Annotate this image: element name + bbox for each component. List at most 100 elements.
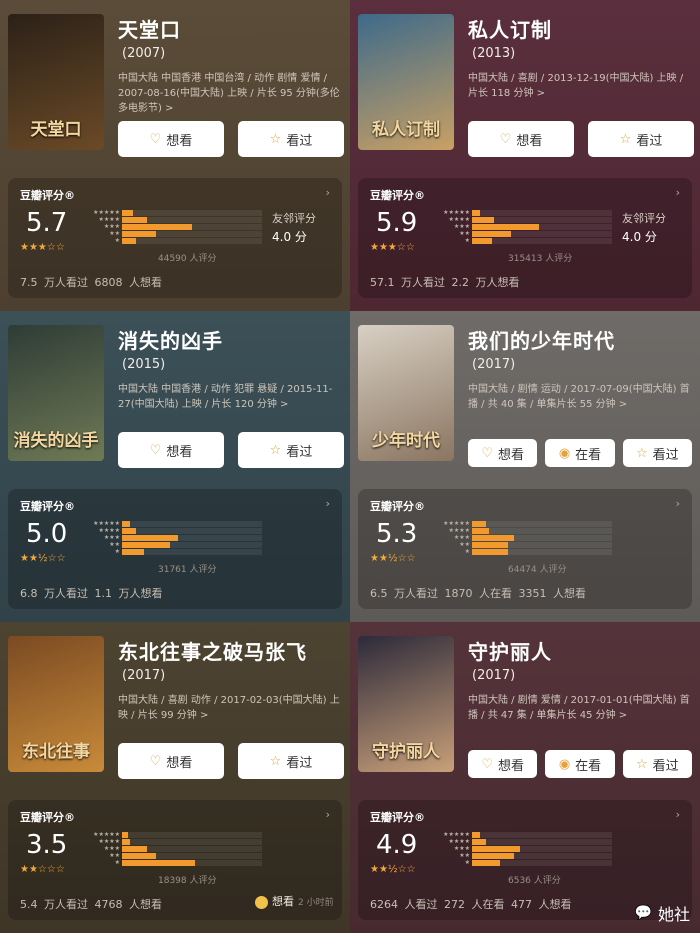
star-rows: ★★★★★ ★★★★ ★★★ ★★ ★ bbox=[80, 521, 120, 556]
poster-image[interactable]: 私人订制 bbox=[358, 14, 454, 150]
distribution-bar bbox=[122, 238, 262, 244]
distribution-bar bbox=[472, 224, 612, 230]
want-to-watch-button[interactable]: ♡ 想看 bbox=[118, 432, 224, 468]
watched-button[interactable]: ☆ 看过 bbox=[238, 432, 344, 468]
star-row-label: ★ bbox=[464, 548, 470, 555]
movie-info[interactable]: 中国大陆 中国香港 / 动作 犯罪 悬疑 / 2015-11-27(中国大陆) … bbox=[118, 382, 340, 412]
distribution-bar bbox=[122, 860, 262, 866]
rating-card[interactable]: 豆瓣评分® › 5.0 ★★½☆☆ ★★★★★ ★★★★ ★★★ ★★ ★ 31761 人评分 6.… bbox=[8, 489, 342, 609]
rating-card[interactable]: 豆瓣评分® › 5.3 ★★½☆☆ ★★★★★ ★★★★ ★★★ ★★ ★ 64474 人评分 6.… bbox=[358, 489, 692, 609]
distribution-bar bbox=[472, 549, 612, 555]
distribution-fill bbox=[122, 210, 134, 216]
star-row-label: ★ bbox=[114, 237, 120, 244]
distribution-fill bbox=[122, 528, 136, 534]
watched-button[interactable]: ☆ 看过 bbox=[622, 439, 692, 467]
watched-button[interactable]: ☆ 看过 bbox=[238, 121, 344, 157]
poster-image[interactable]: 天堂口 bbox=[8, 14, 104, 150]
distribution-fill bbox=[472, 846, 520, 852]
chevron-right-icon[interactable]: › bbox=[676, 808, 680, 821]
chevron-right-icon[interactable]: › bbox=[326, 808, 330, 821]
button-label: 想看 bbox=[166, 444, 193, 460]
rating-stars: ★★★☆☆ bbox=[370, 242, 415, 253]
poster-image[interactable]: 东北往事 bbox=[8, 636, 104, 772]
rating-card[interactable]: 豆瓣评分® › 5.9 ★★★☆☆ ★★★★★ ★★★★ ★★★ ★★ ★ 315413 人评分 友… bbox=[358, 178, 692, 298]
distribution-fill bbox=[122, 521, 131, 527]
movie-panel: 东北往事 东北往事之破马张飞 (2017) 中国大陆 / 喜剧 动作 / 2017-0… bbox=[0, 622, 350, 933]
movie-info[interactable]: 中国大陆 / 剧情 运动 / 2017-07-09(中国大陆) 首播 / 共 4… bbox=[468, 382, 690, 412]
poster-title: 东北往事 bbox=[22, 742, 90, 762]
movie-info[interactable]: 中国大陆 / 喜剧 / 2013-12-19(中国大陆) 上映 / 片长 118… bbox=[468, 71, 690, 101]
distribution-bar bbox=[472, 521, 612, 527]
watching-button[interactable]: ◉ 在看 bbox=[545, 439, 615, 467]
watching-button[interactable]: ◉ 在看 bbox=[545, 750, 615, 778]
star-row-label: ★ bbox=[464, 859, 470, 866]
poster-image[interactable]: 消失的凶手 bbox=[8, 325, 104, 461]
watch-stat: 6.5 万人看过 bbox=[370, 587, 438, 600]
distribution-fill bbox=[122, 846, 148, 852]
star-row-label: ★ bbox=[114, 859, 120, 866]
distribution-fill bbox=[122, 224, 192, 230]
movie-info[interactable]: 中国大陆 / 剧情 爱情 / 2017-01-01(中国大陆) 首播 / 共 4… bbox=[468, 693, 690, 723]
chevron-right-icon[interactable]: › bbox=[326, 497, 330, 510]
poster-image[interactable]: 少年时代 bbox=[358, 325, 454, 461]
distribution-fill bbox=[472, 839, 486, 845]
star-icon: ☆ bbox=[269, 753, 282, 769]
distribution-bar bbox=[122, 210, 262, 216]
movie-panel: 消失的凶手 消失的凶手 (2015) 中国大陆 中国香港 / 动作 犯罪 悬疑 / 2… bbox=[0, 311, 350, 622]
poster-image[interactable]: 守护丽人 bbox=[358, 636, 454, 772]
want-to-watch-button[interactable]: ♡ 想看 bbox=[468, 121, 574, 157]
distribution-fill bbox=[472, 217, 495, 223]
movie-info[interactable]: 中国大陆 / 喜剧 动作 / 2017-02-03(中国大陆) 上映 / 片长 … bbox=[118, 693, 340, 723]
rating-card[interactable]: 豆瓣评分® › 5.7 ★★★☆☆ ★★★★★ ★★★★ ★★★ ★★ ★ 44590 人评分 友邻… bbox=[8, 178, 342, 298]
circle-icon: ◉ bbox=[558, 756, 571, 772]
heart-icon: ♡ bbox=[481, 756, 493, 772]
button-label: 看过 bbox=[286, 755, 313, 771]
rating-distribution bbox=[472, 210, 612, 245]
distribution-fill bbox=[122, 860, 195, 866]
star-row-label: ★★ bbox=[459, 230, 470, 237]
rating-stars: ★★½☆☆ bbox=[370, 553, 416, 564]
friend-rating[interactable]: 友邻评分 4.0 分 bbox=[272, 210, 316, 247]
movie-year: (2013) bbox=[472, 46, 516, 61]
button-label: 看过 bbox=[636, 133, 663, 149]
watch-stat: 2.2 万人想看 bbox=[451, 276, 520, 289]
watched-button[interactable]: ☆ 看过 bbox=[622, 750, 692, 778]
distribution-fill bbox=[122, 238, 136, 244]
chevron-right-icon[interactable]: › bbox=[676, 497, 680, 510]
want-to-watch-button[interactable]: ♡ 想看 bbox=[468, 750, 538, 778]
heart-icon: ♡ bbox=[481, 445, 493, 461]
rating-label: 豆瓣评分® bbox=[20, 189, 75, 202]
distribution-fill bbox=[472, 224, 540, 230]
star-rows: ★★★★★ ★★★★ ★★★ ★★ ★ bbox=[430, 210, 470, 245]
chevron-right-icon[interactable]: › bbox=[676, 186, 680, 199]
watch-stat: 6264 人看过 bbox=[370, 898, 438, 911]
want-to-watch-button[interactable]: ♡ 想看 bbox=[118, 743, 224, 779]
star-icon: ☆ bbox=[269, 442, 282, 458]
distribution-bar bbox=[472, 860, 612, 866]
my-status[interactable]: 想看 2 小时前 bbox=[255, 893, 334, 909]
friend-rating[interactable]: 友邻评分 4.0 分 bbox=[622, 210, 666, 247]
watched-button[interactable]: ☆ 看过 bbox=[238, 743, 344, 779]
distribution-bar bbox=[472, 238, 612, 244]
chevron-right-icon[interactable]: › bbox=[326, 186, 330, 199]
watermark-text: 她社 bbox=[657, 905, 690, 924]
distribution-fill bbox=[472, 860, 500, 866]
movie-info[interactable]: 中国大陆 中国香港 中国台湾 / 动作 剧情 爱情 / 2007-08-16(中… bbox=[118, 71, 340, 116]
distribution-fill bbox=[122, 839, 131, 845]
rating-distribution bbox=[122, 832, 262, 867]
watched-button[interactable]: ☆ 看过 bbox=[588, 121, 694, 157]
distribution-bar bbox=[122, 832, 262, 838]
distribution-bar bbox=[472, 528, 612, 534]
movie-panel: 守护丽人 守护丽人 (2017) 中国大陆 / 剧情 爱情 / 2017-01-01(… bbox=[350, 622, 700, 933]
want-to-watch-button[interactable]: ♡ 想看 bbox=[468, 439, 538, 467]
status-dot-icon bbox=[255, 895, 268, 909]
distribution-bar bbox=[472, 210, 612, 216]
movie-title: 天堂口 bbox=[118, 18, 181, 42]
distribution-bar bbox=[472, 535, 612, 541]
want-to-watch-button[interactable]: ♡ 想看 bbox=[118, 121, 224, 157]
watch-stat: 3351 人想看 bbox=[518, 587, 587, 600]
watch-stat: 1870 人在看 bbox=[444, 587, 513, 600]
watch-stat: 7.5 万人看过 bbox=[20, 276, 88, 289]
rating-card[interactable]: 豆瓣评分® › 3.5 ★★☆☆☆ ★★★★★ ★★★★ ★★★ ★★ ★ 18398 人评分 5.… bbox=[8, 800, 342, 920]
movie-title: 消失的凶手 bbox=[118, 329, 223, 353]
